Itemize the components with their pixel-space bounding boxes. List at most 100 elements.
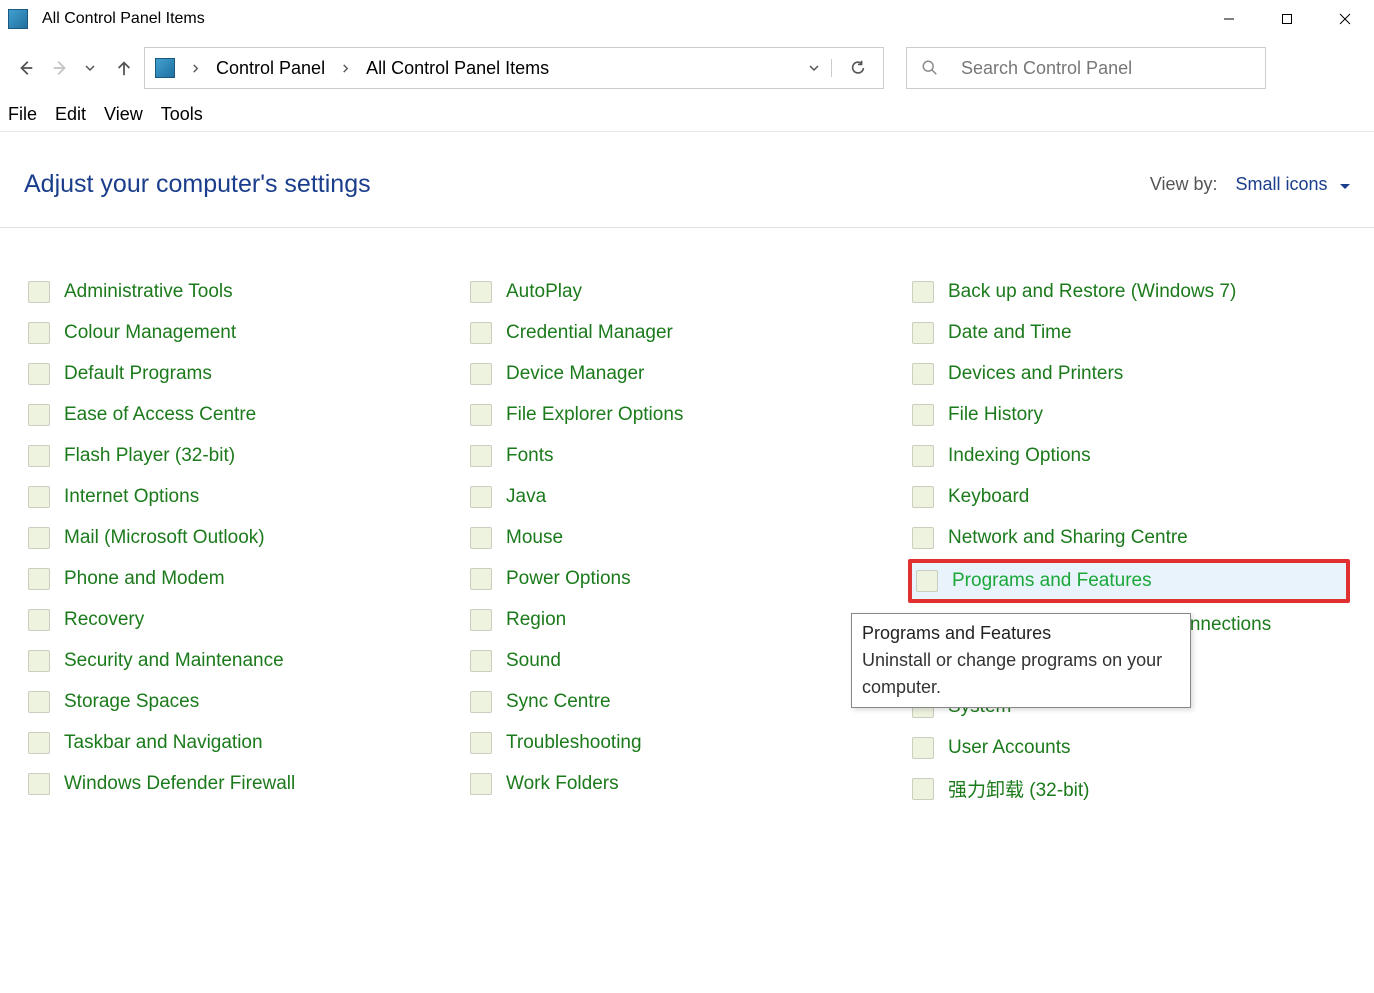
cp-item-label: Java — [506, 486, 546, 508]
viewby-dropdown[interactable]: Small icons — [1236, 174, 1350, 195]
cp-item-colour-management[interactable]: Colour Management — [24, 319, 466, 346]
cp-item-windows-defender-firewall[interactable]: Windows Defender Firewall — [24, 770, 466, 797]
cp-item-fonts[interactable]: Fonts — [466, 442, 908, 469]
cp-item-file-history[interactable]: File History — [908, 401, 1350, 428]
cp-item-work-folders[interactable]: Work Folders — [466, 770, 908, 797]
nav-bar: Control Panel All Control Panel Items — [0, 38, 1374, 98]
cp-item-label: Credential Manager — [506, 322, 673, 344]
cp-item-label: 强力卸载 (32-bit) — [948, 775, 1089, 802]
cp-item-label: User Accounts — [948, 737, 1071, 759]
cp-item-date-and-time[interactable]: Date and Time — [908, 319, 1350, 346]
tooltip-title: Programs and Features — [862, 620, 1180, 647]
credential-manager-icon — [470, 322, 492, 344]
cp-item-sound[interactable]: Sound — [466, 647, 908, 674]
cp-item-mouse[interactable]: Mouse — [466, 524, 908, 551]
search-box[interactable] — [906, 47, 1266, 89]
cp-item-user-accounts[interactable]: User Accounts — [908, 734, 1350, 761]
menu-tools[interactable]: Tools — [161, 104, 203, 125]
cp-item-internet-options[interactable]: Internet Options — [24, 483, 466, 510]
cp-item-ease-of-access-centre[interactable]: Ease of Access Centre — [24, 401, 466, 428]
date-and-time-icon — [912, 322, 934, 344]
cp-item-credential-manager[interactable]: Credential Manager — [466, 319, 908, 346]
cp-item-region[interactable]: Region — [466, 606, 908, 633]
network-and-sharing-centre-icon — [912, 527, 934, 549]
32-bit-icon — [912, 778, 934, 800]
menu-edit[interactable]: Edit — [55, 104, 86, 125]
breadcrumb-segment[interactable]: All Control Panel Items — [364, 58, 551, 79]
cp-item-taskbar-and-navigation[interactable]: Taskbar and Navigation — [24, 729, 466, 756]
cp-item-label: Storage Spaces — [64, 691, 199, 713]
cp-item-mail-microsoft-outlook[interactable]: Mail (Microsoft Outlook) — [24, 524, 466, 551]
cp-item-sync-centre[interactable]: Sync Centre — [466, 688, 908, 715]
phone-and-modem-icon — [28, 568, 50, 590]
cp-item-label: Windows Defender Firewall — [64, 773, 295, 795]
items-column: Back up and Restore (Windows 7) Date and … — [908, 278, 1350, 802]
cp-item-32-bit[interactable]: 强力卸载 (32-bit) — [908, 775, 1350, 802]
menu-view[interactable]: View — [104, 104, 143, 125]
back-button[interactable] — [16, 58, 36, 78]
work-folders-icon — [470, 773, 492, 795]
cp-item-security-and-maintenance[interactable]: Security and Maintenance — [24, 647, 466, 674]
cp-item-label: AutoPlay — [506, 281, 582, 303]
file-history-icon — [912, 404, 934, 426]
cp-item-autoplay[interactable]: AutoPlay — [466, 278, 908, 305]
cp-item-label: Work Folders — [506, 773, 619, 795]
device-manager-icon — [470, 363, 492, 385]
troubleshooting-icon — [470, 732, 492, 754]
cp-item-label: Back up and Restore (Windows 7) — [948, 281, 1236, 303]
viewby-label: View by: — [1150, 174, 1218, 195]
cp-item-label: Troubleshooting — [506, 732, 642, 754]
cp-item-label: Devices and Printers — [948, 363, 1123, 385]
autoplay-icon — [470, 281, 492, 303]
cp-item-java[interactable]: Java — [466, 483, 908, 510]
control-panel-icon — [155, 58, 175, 78]
search-input[interactable] — [961, 58, 1251, 79]
refresh-button[interactable] — [831, 59, 883, 77]
recovery-icon — [28, 609, 50, 631]
viewby-value: Small icons — [1236, 174, 1328, 194]
cp-item-phone-and-modem[interactable]: Phone and Modem — [24, 565, 466, 592]
cp-item-network-and-sharing-centre[interactable]: Network and Sharing Centre — [908, 524, 1350, 551]
up-button[interactable] — [114, 58, 134, 78]
close-button[interactable] — [1316, 0, 1374, 38]
cp-item-recovery[interactable]: Recovery — [24, 606, 466, 633]
cp-item-storage-spaces[interactable]: Storage Spaces — [24, 688, 466, 715]
storage-spaces-icon — [28, 691, 50, 713]
cp-item-troubleshooting[interactable]: Troubleshooting — [466, 729, 908, 756]
cp-item-power-options[interactable]: Power Options — [466, 565, 908, 592]
maximize-button[interactable] — [1258, 0, 1316, 38]
cp-item-file-explorer-options[interactable]: File Explorer Options — [466, 401, 908, 428]
chevron-right-icon[interactable] — [191, 64, 200, 73]
cp-item-label: Mouse — [506, 527, 563, 549]
address-history-button[interactable] — [797, 62, 831, 74]
ease-of-access-centre-icon — [28, 404, 50, 426]
cp-item-indexing-options[interactable]: Indexing Options — [908, 442, 1350, 469]
sync-centre-icon — [470, 691, 492, 713]
nav-arrows — [10, 58, 134, 78]
forward-button[interactable] — [50, 58, 70, 78]
cp-item-label: Fonts — [506, 445, 554, 467]
title-bar: All Control Panel Items — [0, 0, 1374, 38]
address-bar[interactable]: Control Panel All Control Panel Items — [144, 47, 884, 89]
mail-microsoft-outlook-icon — [28, 527, 50, 549]
minimize-button[interactable] — [1200, 0, 1258, 38]
breadcrumb-segment[interactable]: Control Panel — [214, 58, 327, 79]
cp-item-label: Colour Management — [64, 322, 236, 344]
cp-item-keyboard[interactable]: Keyboard — [908, 483, 1350, 510]
devices-and-printers-icon — [912, 363, 934, 385]
cp-item-device-manager[interactable]: Device Manager — [466, 360, 908, 387]
chevron-right-icon[interactable] — [341, 64, 350, 73]
cp-item-back-up-and-restore-windows-7[interactable]: Back up and Restore (Windows 7) — [908, 278, 1350, 305]
cp-item-label: Power Options — [506, 568, 631, 590]
window-title: All Control Panel Items — [42, 10, 1200, 28]
cp-item-flash-player-32-bit[interactable]: Flash Player (32-bit) — [24, 442, 466, 469]
cp-item-default-programs[interactable]: Default Programs — [24, 360, 466, 387]
page-header: Adjust your computer's settings View by:… — [0, 132, 1374, 217]
cp-item-devices-and-printers[interactable]: Devices and Printers — [908, 360, 1350, 387]
recent-locations-button[interactable] — [84, 62, 96, 74]
cp-item-label: Network and Sharing Centre — [948, 527, 1188, 549]
cp-item-label: Keyboard — [948, 486, 1029, 508]
cp-item-administrative-tools[interactable]: Administrative Tools — [24, 278, 466, 305]
cp-item-programs-and-features[interactable]: Programs and Features — [908, 559, 1350, 603]
menu-file[interactable]: File — [8, 104, 37, 125]
